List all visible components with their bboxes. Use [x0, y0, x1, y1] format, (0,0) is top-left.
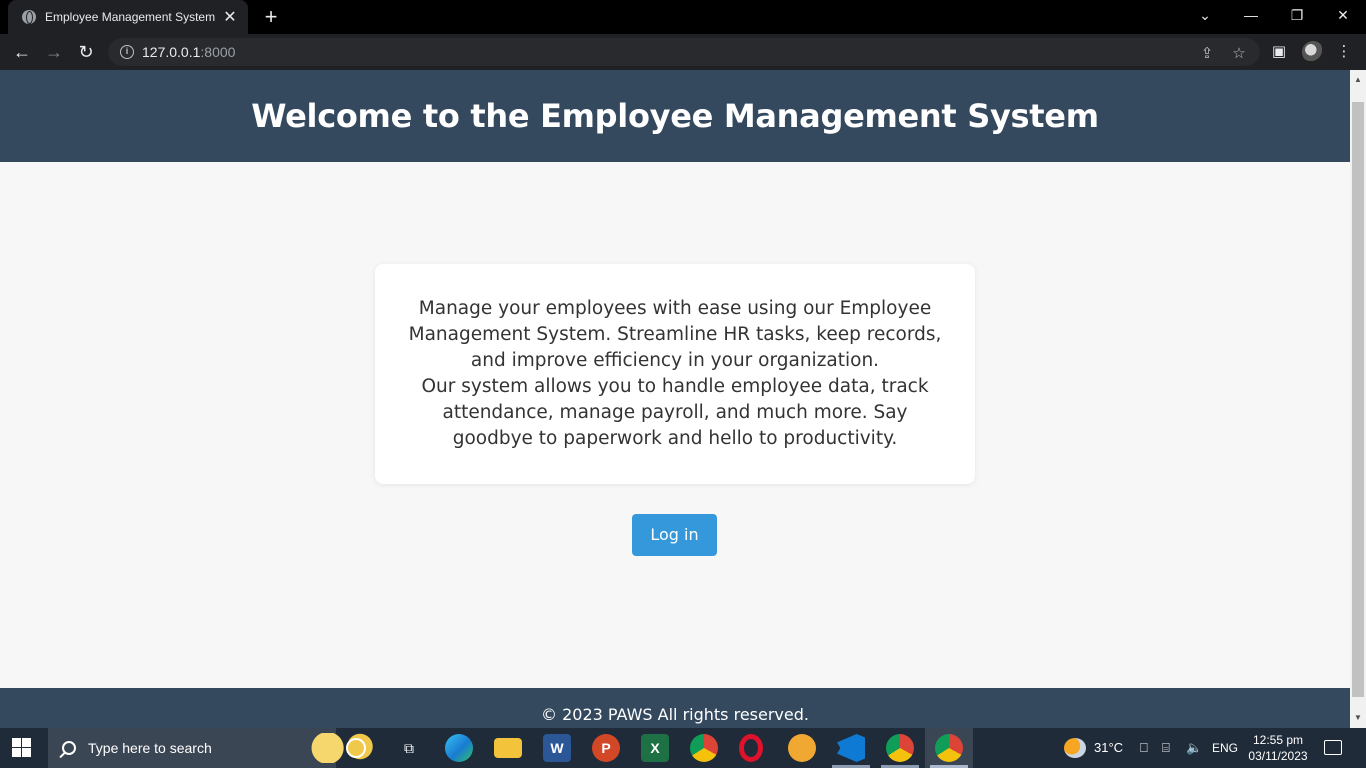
- network-icon[interactable]: ⌸: [1162, 728, 1170, 768]
- page-viewport: Welcome to the Employee Management Syste…: [0, 70, 1350, 728]
- url-port: :8000: [200, 44, 236, 60]
- minimize-button[interactable]: —: [1228, 0, 1274, 30]
- notification-center-icon[interactable]: [1324, 740, 1342, 755]
- language-indicator[interactable]: ENG: [1212, 728, 1238, 768]
- meet-now-icon[interactable]: ⎕: [1140, 728, 1148, 768]
- close-window-button[interactable]: ✕: [1320, 0, 1366, 30]
- intro-paragraph-1: Manage your employees with ease using ou…: [408, 298, 942, 371]
- url-host: 127.0.0.1: [142, 44, 201, 60]
- page-header: Welcome to the Employee Management Syste…: [0, 70, 1350, 162]
- browser-tab[interactable]: Employee Management System ✕: [8, 0, 248, 34]
- windows-start-icon[interactable]: [12, 738, 32, 758]
- tab-search-icon[interactable]: ⌄: [1182, 0, 1228, 30]
- page-footer: © 2023 PAWS All rights reserved.: [0, 688, 1350, 728]
- system-clock[interactable]: 12:55 pm 03/11/2023: [1240, 732, 1316, 764]
- task-view-icon[interactable]: ⧉: [395, 734, 423, 762]
- chrome-active-icon[interactable]: [935, 734, 963, 762]
- scroll-down-icon[interactable]: ▼: [1350, 710, 1366, 726]
- excel-icon[interactable]: X: [641, 734, 669, 762]
- edge-icon[interactable]: [445, 734, 473, 762]
- word-icon[interactable]: W: [543, 734, 571, 762]
- reload-button[interactable]: ↻: [72, 38, 100, 66]
- volume-icon[interactable]: 🔈: [1186, 728, 1202, 768]
- chrome-icon[interactable]: [690, 734, 718, 762]
- vscode-icon[interactable]: [837, 734, 865, 762]
- opera-icon[interactable]: [739, 734, 763, 762]
- browser-menu-icon[interactable]: ⋮: [1334, 42, 1354, 60]
- intro-paragraph-2: Our system allows you to handle employee…: [421, 376, 929, 449]
- temperature[interactable]: 31°C: [1094, 728, 1123, 768]
- bookmark-star-icon[interactable]: ☆: [1230, 44, 1248, 62]
- chrome-profile-icon[interactable]: [886, 734, 914, 762]
- intro-card: Manage your employees with ease using ou…: [375, 264, 975, 484]
- file-explorer-icon[interactable]: [494, 738, 522, 758]
- forward-button[interactable]: →: [40, 38, 68, 66]
- scroll-thumb[interactable]: [1352, 102, 1364, 697]
- page-scrollbar[interactable]: ▲ ▼: [1350, 70, 1366, 728]
- search-placeholder: Type here to search: [88, 740, 212, 756]
- profile-avatar[interactable]: [1302, 41, 1324, 63]
- restore-button[interactable]: ❐: [1274, 0, 1320, 30]
- search-highlight-art: [306, 733, 378, 763]
- scroll-up-icon[interactable]: ▲: [1350, 72, 1366, 88]
- windows-taskbar: Type here to search ⧉ W P X 31°C ⎕ ⌸ 🔈 E…: [0, 728, 1366, 768]
- clock-date: 03/11/2023: [1248, 749, 1308, 763]
- new-tab-button[interactable]: +: [258, 4, 284, 30]
- back-button[interactable]: ←: [8, 38, 36, 66]
- search-icon: [62, 741, 76, 755]
- page-title: Welcome to the Employee Management Syste…: [251, 97, 1099, 135]
- browser-tab-strip: Employee Management System ✕ + ⌄ — ❐ ✕: [0, 0, 1366, 34]
- side-panel-icon[interactable]: ▣: [1269, 42, 1289, 60]
- globe-icon: [22, 10, 36, 24]
- share-icon[interactable]: ⇪: [1198, 44, 1216, 62]
- login-button[interactable]: Log in: [632, 514, 717, 556]
- taskbar-search-box[interactable]: Type here to search: [48, 728, 378, 768]
- tab-title: Employee Management System: [45, 10, 216, 24]
- clock-time: 12:55 pm: [1252, 733, 1304, 747]
- tab-close-icon[interactable]: ✕: [222, 7, 238, 27]
- powerpoint-icon[interactable]: P: [592, 734, 620, 762]
- site-info-icon[interactable]: i: [120, 45, 134, 59]
- brave-icon[interactable]: [788, 734, 816, 762]
- weather-icon[interactable]: [1064, 738, 1086, 758]
- browser-toolbar: ← → ↻ i 127.0.0.1 :8000 ⇪ ☆ ▣ ⋮: [0, 34, 1366, 70]
- cortana-icon[interactable]: [346, 738, 366, 758]
- address-bar[interactable]: i 127.0.0.1 :8000 ⇪ ☆: [108, 38, 1260, 66]
